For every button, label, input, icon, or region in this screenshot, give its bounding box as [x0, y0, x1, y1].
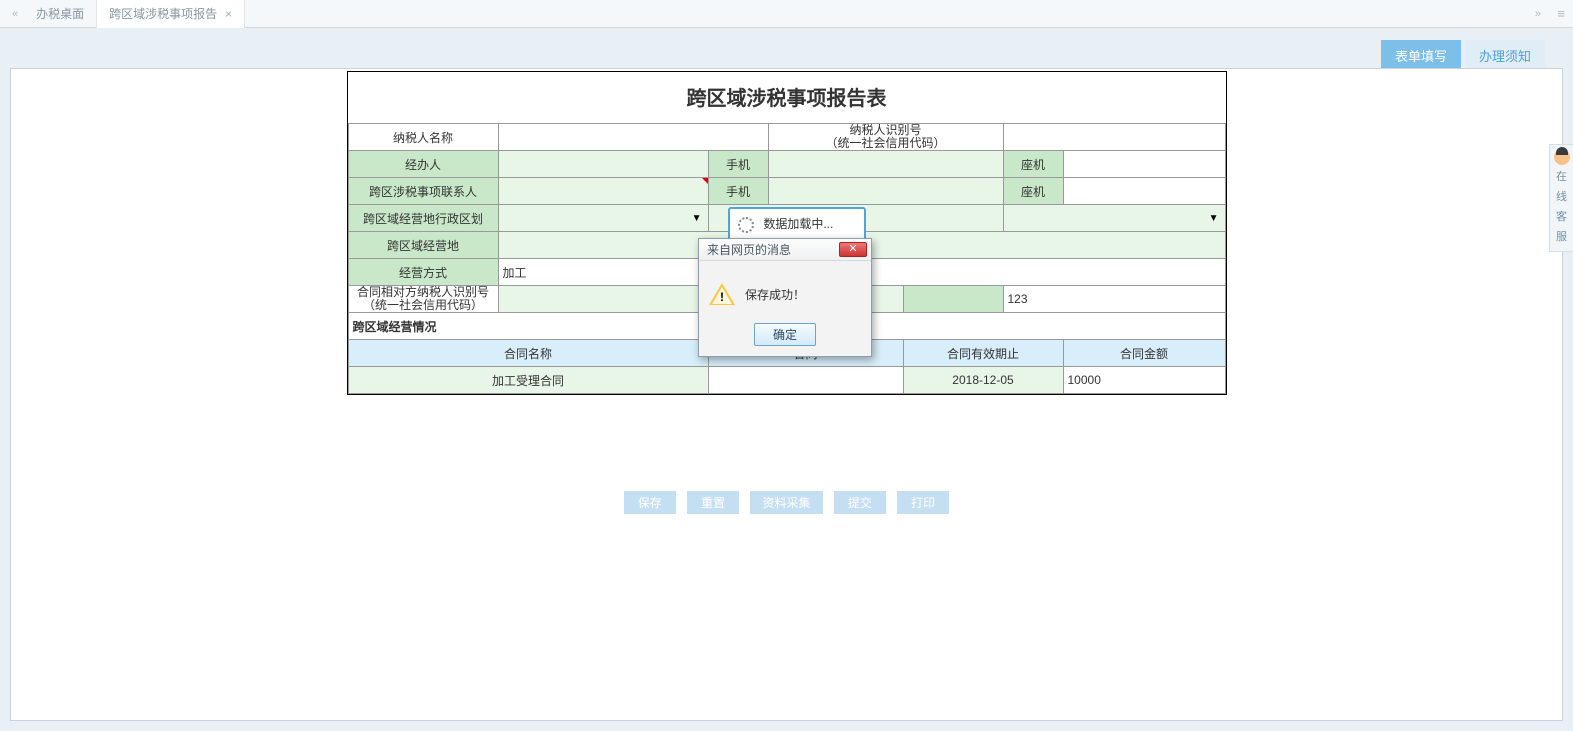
tab-form-fill[interactable]: 表单填写: [1381, 40, 1461, 71]
online-service-button[interactable]: 在线客服: [1549, 144, 1573, 252]
tab-desktop[interactable]: 办税桌面: [24, 0, 97, 28]
cell-valid-to[interactable]: 2018-12-05: [903, 367, 1063, 394]
col-valid-to: 合同有效期止: [903, 340, 1063, 367]
label-cross-admin: 跨区域经营地行政区划: [348, 205, 498, 232]
reset-button[interactable]: 重置: [687, 491, 739, 514]
select-cross-admin-1[interactable]: ▼: [498, 205, 708, 232]
collect-button[interactable]: 资料采集: [750, 491, 822, 514]
label-contact-landline: 座机: [1003, 178, 1063, 205]
cell-amount[interactable]: 10000: [1063, 367, 1225, 394]
label-hidden-mid: [903, 286, 1003, 313]
dropdown-icon: ▼: [1209, 213, 1219, 224]
alert-title-text: 来自网页的消息: [707, 241, 839, 258]
input-contact-mobile[interactable]: [768, 178, 1003, 205]
alert-message: 保存成功！: [745, 286, 805, 303]
input-code-123[interactable]: 123: [1003, 286, 1225, 313]
cell-contract-mid[interactable]: [708, 367, 903, 394]
loading-text: 数据加载中...: [763, 217, 833, 231]
input-cross-contact[interactable]: [498, 178, 708, 205]
tabs-next-icon[interactable]: »: [1529, 8, 1547, 20]
alert-footer: 确定: [699, 319, 871, 356]
save-button[interactable]: 保存: [624, 491, 676, 514]
submit-button[interactable]: 提交: [834, 491, 886, 514]
alert-dialog: 来自网页的消息 ✕ ! 保存成功！ 确定: [698, 238, 872, 357]
top-tab-bar: « 办税桌面 跨区域涉税事项报告 × » ≡: [0, 0, 1573, 28]
spinner-icon: [738, 217, 754, 233]
col-amount: 合同金额: [1063, 340, 1225, 367]
cell-contract-name[interactable]: 加工受理合同: [348, 367, 708, 394]
label-biz-mode: 经营方式: [348, 259, 498, 286]
tab-cross-region-report[interactable]: 跨区域涉税事项报告 ×: [97, 0, 245, 28]
tab-label: 办税桌面: [36, 5, 84, 22]
warning-icon: !: [709, 283, 735, 305]
loading-popup: 数据加载中...: [728, 207, 866, 241]
label-contact-mobile: 手机: [708, 178, 768, 205]
alert-close-button[interactable]: ✕: [839, 242, 867, 257]
form-title: 跨区域涉税事项报告表: [348, 72, 1226, 123]
label-taxpayer-name: 纳税人名称: [348, 124, 498, 151]
alert-titlebar: 来自网页的消息 ✕: [699, 239, 871, 261]
action-button-row: 保存 重置 资料采集 提交 打印: [11, 491, 1562, 514]
dropdown-icon: ▼: [692, 213, 702, 224]
main-panel: 跨区域涉税事项报告表 纳税人名称 纳税人识别号 （统一社会信用代码） 经办人 手…: [10, 68, 1563, 721]
tab-label: 跨区域涉税事项报告: [109, 5, 217, 22]
label-handler-landline: 座机: [1003, 151, 1063, 178]
input-handler-landline[interactable]: [1063, 151, 1225, 178]
print-button[interactable]: 打印: [897, 491, 949, 514]
input-contact-landline[interactable]: [1063, 178, 1225, 205]
label-taxpayer-id: 纳税人识别号 （统一社会信用代码）: [768, 124, 1003, 151]
tab-handling-notice[interactable]: 办理须知: [1465, 40, 1545, 71]
service-avatar-icon: [1554, 149, 1570, 165]
alert-ok-button[interactable]: 确定: [754, 323, 816, 346]
right-action-tabs: 表单填写 办理须知: [1381, 40, 1545, 71]
input-handler-mobile[interactable]: [768, 151, 1003, 178]
label-cross-place: 跨区域经营地: [348, 232, 498, 259]
input-handler[interactable]: [498, 151, 708, 178]
tabs-prev-icon[interactable]: «: [6, 8, 24, 20]
label-handler-mobile: 手机: [708, 151, 768, 178]
service-label: 在线客服: [1552, 167, 1571, 247]
alert-body: ! 保存成功！: [699, 261, 871, 319]
label-counterparty-id: 合同相对方纳税人识别号 （统一社会信用代码）: [348, 286, 498, 313]
tab-close-icon[interactable]: ×: [225, 7, 232, 21]
tabs-menu-icon[interactable]: ≡: [1553, 6, 1567, 21]
input-taxpayer-name[interactable]: [498, 124, 768, 151]
select-cross-admin-3[interactable]: ▼: [1003, 205, 1225, 232]
label-cross-contact: 跨区涉税事项联系人: [348, 178, 498, 205]
input-taxpayer-id[interactable]: [1003, 124, 1225, 151]
col-contract-name: 合同名称: [348, 340, 708, 367]
label-handler: 经办人: [348, 151, 498, 178]
